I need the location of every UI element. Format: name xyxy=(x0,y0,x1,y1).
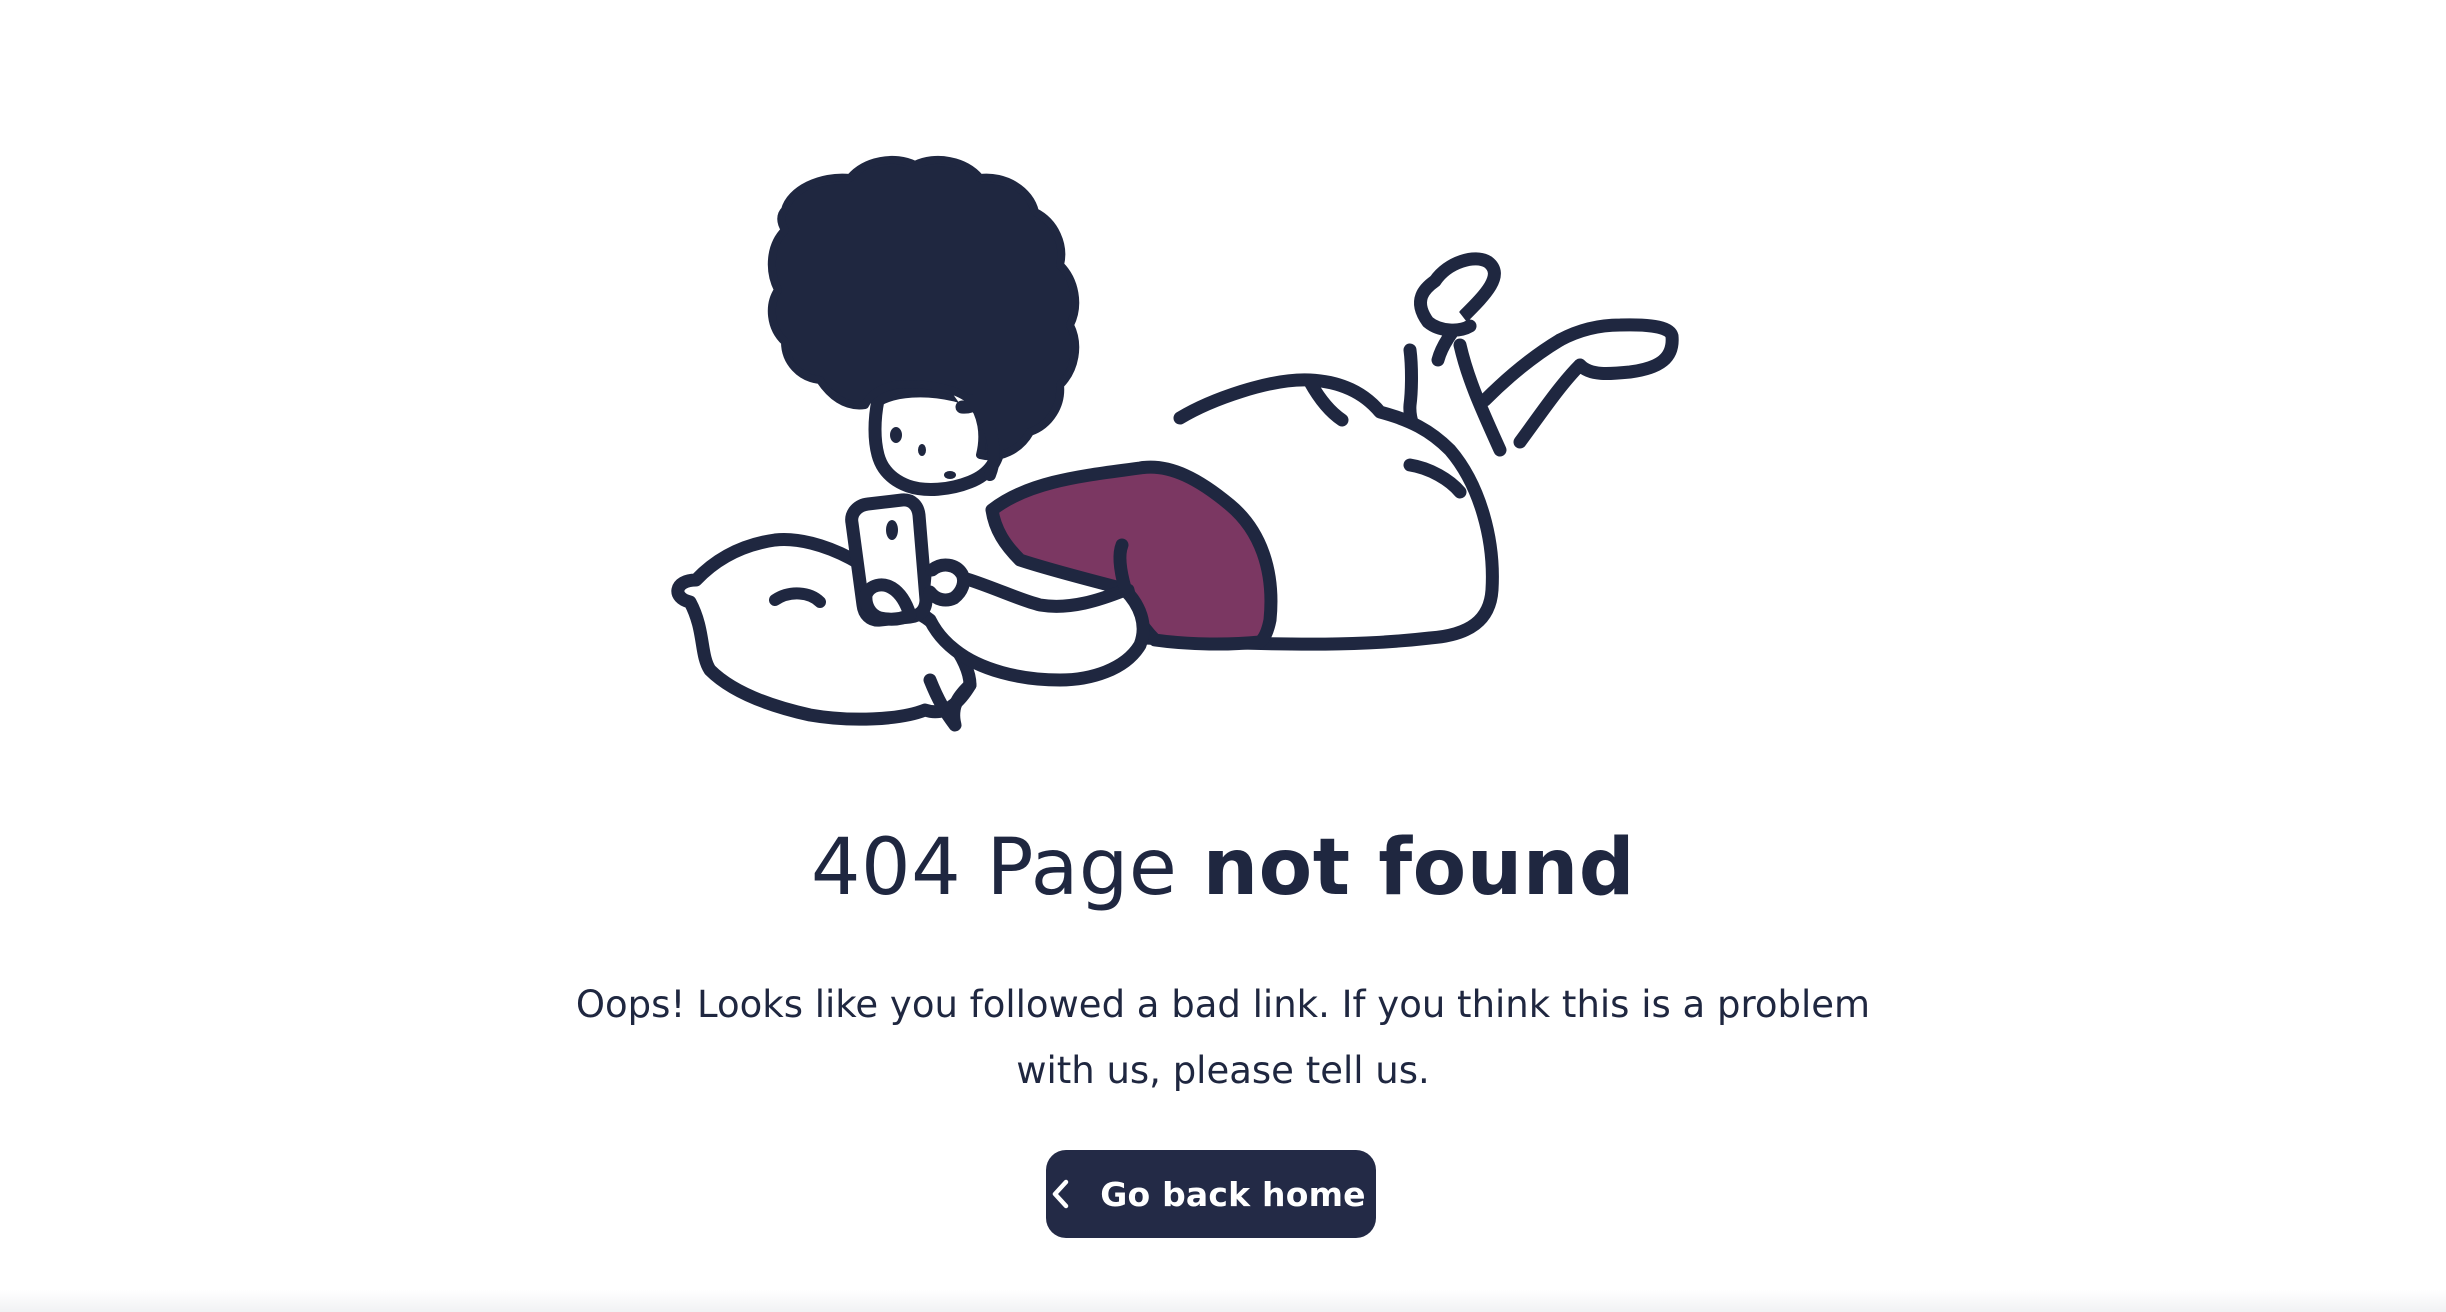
go-back-home-button[interactable]: Go back home xyxy=(1046,1150,1376,1238)
go-back-home-label: Go back home xyxy=(1100,1174,1366,1214)
error-description: Oops! Looks like you followed a bad link… xyxy=(575,983,1871,1092)
title-regular: 404 Page xyxy=(810,823,1203,913)
not-found-page: 404 Page not found Oops! Looks like you … xyxy=(0,0,2446,1312)
lying-person-illustration xyxy=(670,150,1750,740)
chevron-left-icon xyxy=(1050,1177,1076,1211)
page-title: 404 Page not found xyxy=(0,818,2446,918)
title-bold: not found xyxy=(1202,823,1636,913)
bottom-edge xyxy=(0,1290,2446,1312)
